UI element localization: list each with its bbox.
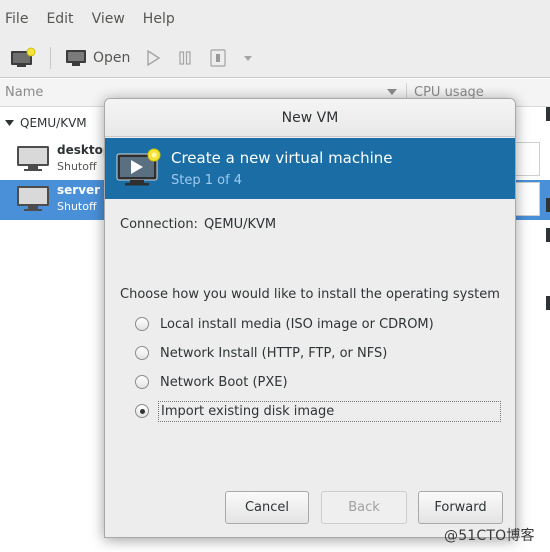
new-vm-dialog: New VM Create a new virtual machine Step…	[104, 98, 516, 538]
menu-edit[interactable]: Edit	[46, 11, 73, 27]
toolbar-separator	[50, 46, 51, 69]
monitor-icon	[66, 49, 86, 66]
dialog-titlebar[interactable]: New VM	[105, 99, 515, 137]
clipped-scrollbar-mark	[546, 107, 550, 121]
dialog-title: New VM	[281, 110, 339, 126]
watermark: @51CTO博客	[444, 528, 535, 544]
run-button[interactable]	[144, 43, 162, 73]
radio-button-checked[interactable]	[135, 404, 149, 418]
new-vm-button[interactable]	[10, 43, 36, 73]
shutdown-button[interactable]	[208, 43, 228, 73]
pause-button[interactable]	[176, 43, 194, 73]
open-button[interactable]: Open	[65, 43, 130, 73]
connection-label: QEMU/KVM	[20, 116, 87, 130]
radio-label[interactable]: Import existing disk image	[158, 400, 501, 422]
chevron-down-icon	[244, 55, 253, 61]
column-name-header[interactable]: Name	[5, 85, 43, 100]
new-vm-icon	[11, 47, 36, 67]
banner-step: Step 1 of 4	[171, 173, 243, 188]
menu-help[interactable]: Help	[143, 11, 175, 27]
radio-label[interactable]: Network Boot (PXE)	[158, 373, 290, 392]
install-option-network-install[interactable]: Network Install (HTTP, FTP, or NFS)	[135, 342, 503, 364]
radio-button[interactable]	[135, 346, 149, 360]
banner-title: Create a new virtual machine	[171, 149, 393, 167]
menu-view[interactable]: View	[92, 11, 125, 27]
toolbar: Open	[0, 38, 550, 78]
vm-state: Shutoff	[57, 200, 97, 213]
vm-name: server	[57, 183, 101, 197]
install-question: Choose how you would like to install the…	[120, 287, 500, 302]
clipped-scrollbar-mark	[546, 296, 550, 310]
connection-info: Connection: QEMU/KVM	[120, 217, 276, 232]
stop-icon	[210, 48, 227, 67]
radio-label[interactable]: Network Install (HTTP, FTP, or NFS)	[158, 344, 389, 363]
menubar: File Edit View Help	[0, 0, 550, 38]
connection-info-value: QEMU/KVM	[203, 217, 277, 232]
vm-monitor-icon	[17, 186, 49, 211]
menu-file[interactable]: File	[5, 11, 28, 27]
cancel-button[interactable]: Cancel	[225, 491, 309, 524]
pause-icon	[179, 50, 192, 65]
vm-state: Shutoff	[57, 160, 97, 173]
back-button[interactable]: Back	[321, 491, 407, 524]
install-option-network-boot[interactable]: Network Boot (PXE)	[135, 371, 503, 393]
vm-monitor-icon	[17, 146, 49, 171]
expander-icon[interactable]	[5, 119, 14, 128]
connection-info-label: Connection:	[120, 217, 198, 232]
radio-button[interactable]	[135, 375, 149, 389]
install-option-import-disk[interactable]: Import existing disk image	[135, 400, 503, 422]
dialog-banner: Create a new virtual machine Step 1 of 4	[105, 138, 515, 199]
install-option-local-media[interactable]: Local install media (ISO image or CDROM)	[135, 313, 503, 335]
shutdown-menu-button[interactable]	[242, 43, 254, 73]
radio-label[interactable]: Local install media (ISO image or CDROM)	[158, 315, 436, 334]
clipped-scrollbar-mark	[546, 198, 550, 212]
clipped-scrollbar-mark	[546, 228, 550, 242]
sort-arrow-icon	[387, 89, 397, 95]
open-button-label: Open	[93, 49, 131, 66]
radio-button[interactable]	[135, 317, 149, 331]
play-icon	[147, 49, 161, 66]
forward-button[interactable]: Forward	[418, 491, 503, 524]
new-vm-icon	[116, 148, 161, 186]
